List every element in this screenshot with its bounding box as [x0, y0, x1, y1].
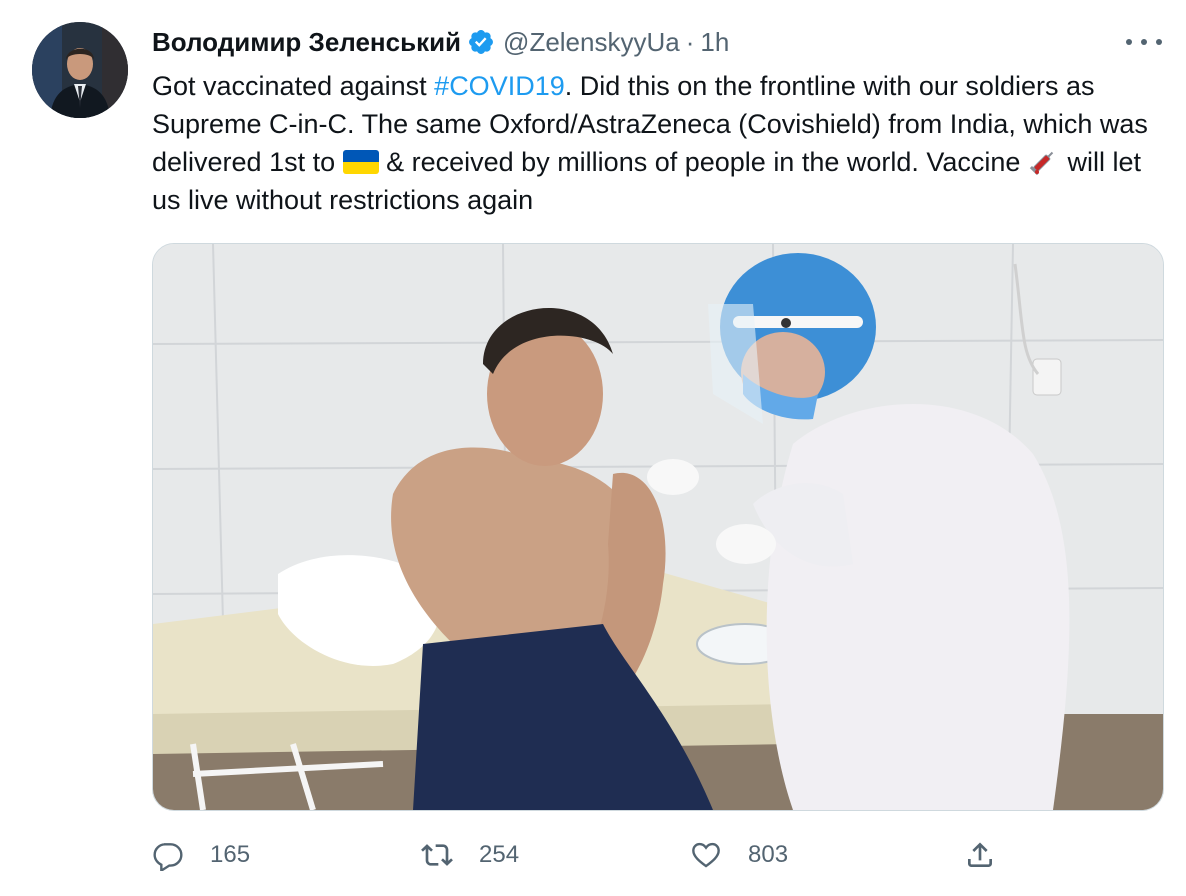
reply-button[interactable]: 165	[152, 832, 250, 878]
heart-icon	[692, 842, 720, 868]
tweet-timestamp[interactable]: 1h	[700, 27, 729, 58]
like-count: 803	[748, 841, 789, 868]
ukraine-flag-icon	[342, 150, 379, 174]
reply-icon	[153, 843, 183, 871]
share-button[interactable]	[964, 832, 996, 878]
retweet-count: 254	[479, 841, 520, 868]
tweet-actions: 165 254 803	[152, 832, 1162, 878]
tweet-text-part-3: & received by millions of people in the …	[378, 147, 1028, 177]
separator-dot: ·	[685, 26, 695, 57]
retweet-icon	[421, 844, 453, 866]
more-options-icon[interactable]	[1126, 30, 1162, 54]
reply-count: 165	[210, 841, 251, 868]
author-name[interactable]: Володимир Зеленський	[152, 27, 461, 58]
vaccination-photo	[153, 244, 1163, 810]
syringe-icon	[1028, 145, 1060, 177]
author-handle[interactable]: @ZelenskyyUa	[503, 27, 680, 58]
tweet-photo[interactable]	[152, 243, 1164, 811]
hashtag-link[interactable]: #COVID19	[434, 71, 565, 101]
avatar-image	[32, 22, 128, 118]
like-button[interactable]: 803	[690, 832, 788, 878]
tweet-header: Володимир Зеленський @ZelenskyyUa · 1h	[152, 24, 729, 60]
verified-badge-icon	[467, 28, 495, 56]
retweet-button[interactable]: 254	[421, 832, 519, 878]
share-icon	[968, 842, 992, 867]
tweet-text: Got vaccinated against #COVID19. Did thi…	[152, 67, 1162, 219]
avatar[interactable]	[32, 22, 128, 118]
tweet-text-part-1: Got vaccinated against	[152, 71, 435, 101]
